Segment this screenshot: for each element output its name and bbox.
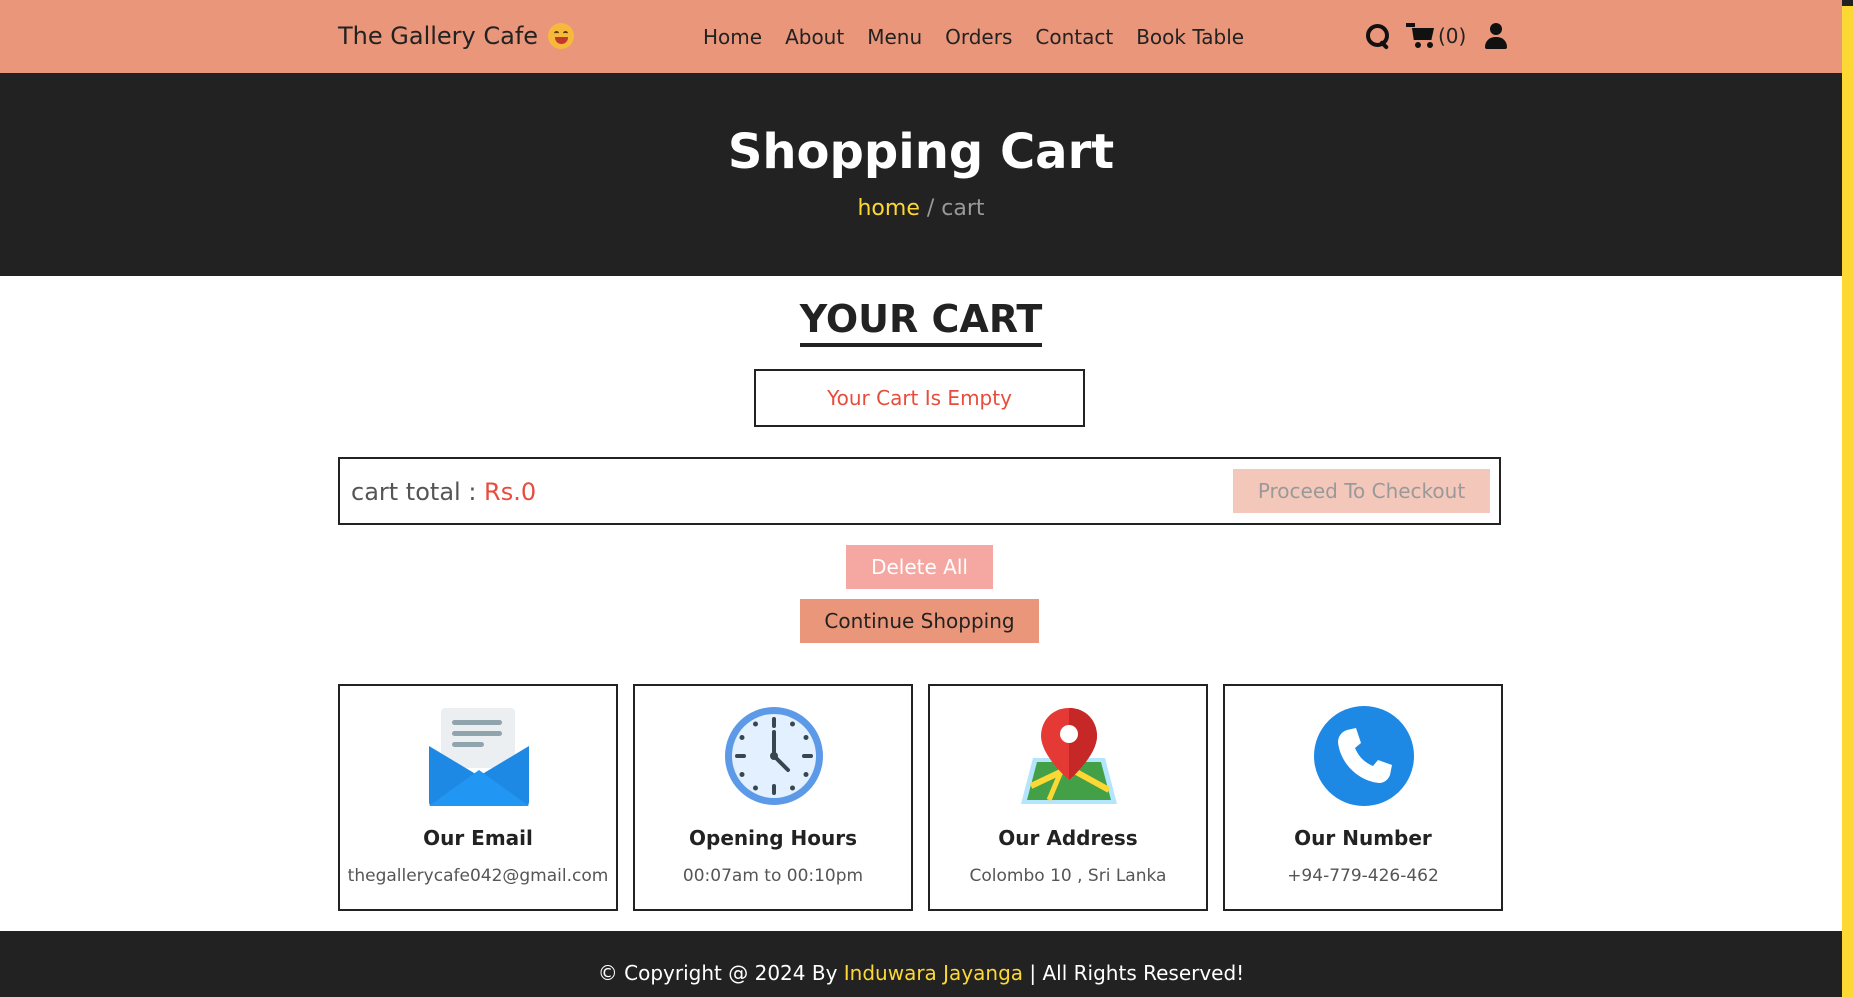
breadcrumb: home / cart [0,196,1842,221]
phone-icon [1314,706,1414,806]
copyright-prefix: © Copyright @ 2024 By [597,961,844,985]
cart-button[interactable]: (0) [1406,22,1466,50]
smiley-icon [548,23,575,49]
main-nav: Home About Menu Orders Contact Book Tabl… [703,25,1244,49]
breadcrumb-home-link[interactable]: home [857,196,919,221]
copyright-text: © Copyright @ 2024 By Induwara Jayanga |… [0,961,1842,985]
user-icon[interactable] [1484,22,1508,50]
delete-all-button[interactable]: Delete All [846,545,993,589]
envelope-icon [429,708,529,806]
logo[interactable]: The Gallery Cafe [338,22,575,50]
info-card-value: +94-779-426-462 [1287,866,1439,886]
info-card-title: Our Address [998,826,1138,850]
info-card-value: 00:07am to 00:10pm [682,866,864,886]
cart-icon[interactable] [1406,22,1436,50]
author-link[interactable]: Induwara Jayanga [844,961,1023,985]
info-card-value: Colombo 10 , Sri Lanka [969,866,1167,886]
info-card-value: thegallerycafe042@gmail.com [347,866,609,886]
info-card-title: Our Email [423,826,533,850]
info-card-address: Our Address Colombo 10 , Sri Lanka [928,684,1208,911]
cart-heading-text: YOUR CART [799,297,1043,347]
info-card-email: Our Email thegallerycafe042@gmail.com [338,684,618,911]
vertical-scrollbar[interactable] [1842,0,1853,997]
cart-total-box: cart total : Rs.0 Proceed To Checkout [338,457,1501,525]
nav-menu[interactable]: Menu [867,25,922,49]
nav-book-table[interactable]: Book Table [1136,25,1244,49]
cart-heading: YOUR CART [0,297,1842,347]
logo-text[interactable]: The Gallery Cafe [338,22,538,50]
empty-cart-message: Your Cart Is Empty [754,369,1085,427]
page: The Gallery Cafe Home About Menu Orders … [0,0,1842,997]
page-title: Shopping Cart [727,124,1115,180]
cart-count[interactable]: (0) [1438,24,1466,48]
cart-total: cart total : Rs.0 [351,478,536,506]
cart-total-label: cart total : [351,478,485,506]
nav-home[interactable]: Home [703,25,762,49]
hero-banner: Shopping Cart home / cart [0,73,1842,276]
cart-total-amount: Rs.0 [484,478,537,506]
breadcrumb-current: cart [941,196,985,221]
nav-about[interactable]: About [785,25,844,49]
nav-contact[interactable]: Contact [1035,25,1113,49]
header-icons: (0) [1364,22,1508,50]
footer: © Copyright @ 2024 By Induwara Jayanga |… [0,931,1842,997]
scrollbar-track [1842,0,1853,6]
clock-icon [725,707,823,805]
breadcrumb-separator: / [919,196,942,221]
info-card-title: Opening Hours [689,826,857,850]
info-card-number: Our Number +94-779-426-462 [1223,684,1503,911]
nav-orders[interactable]: Orders [945,25,1012,49]
proceed-to-checkout-button[interactable]: Proceed To Checkout [1233,469,1490,513]
copyright-suffix: | All Rights Reserved! [1023,961,1245,985]
continue-shopping-button[interactable]: Continue Shopping [800,599,1039,643]
map-pin-icon [1021,708,1117,804]
info-card-title: Our Number [1294,826,1432,850]
header: The Gallery Cafe Home About Menu Orders … [0,0,1842,73]
info-card-hours: Opening Hours 00:07am to 00:10pm [633,684,913,911]
search-icon[interactable] [1364,22,1392,50]
